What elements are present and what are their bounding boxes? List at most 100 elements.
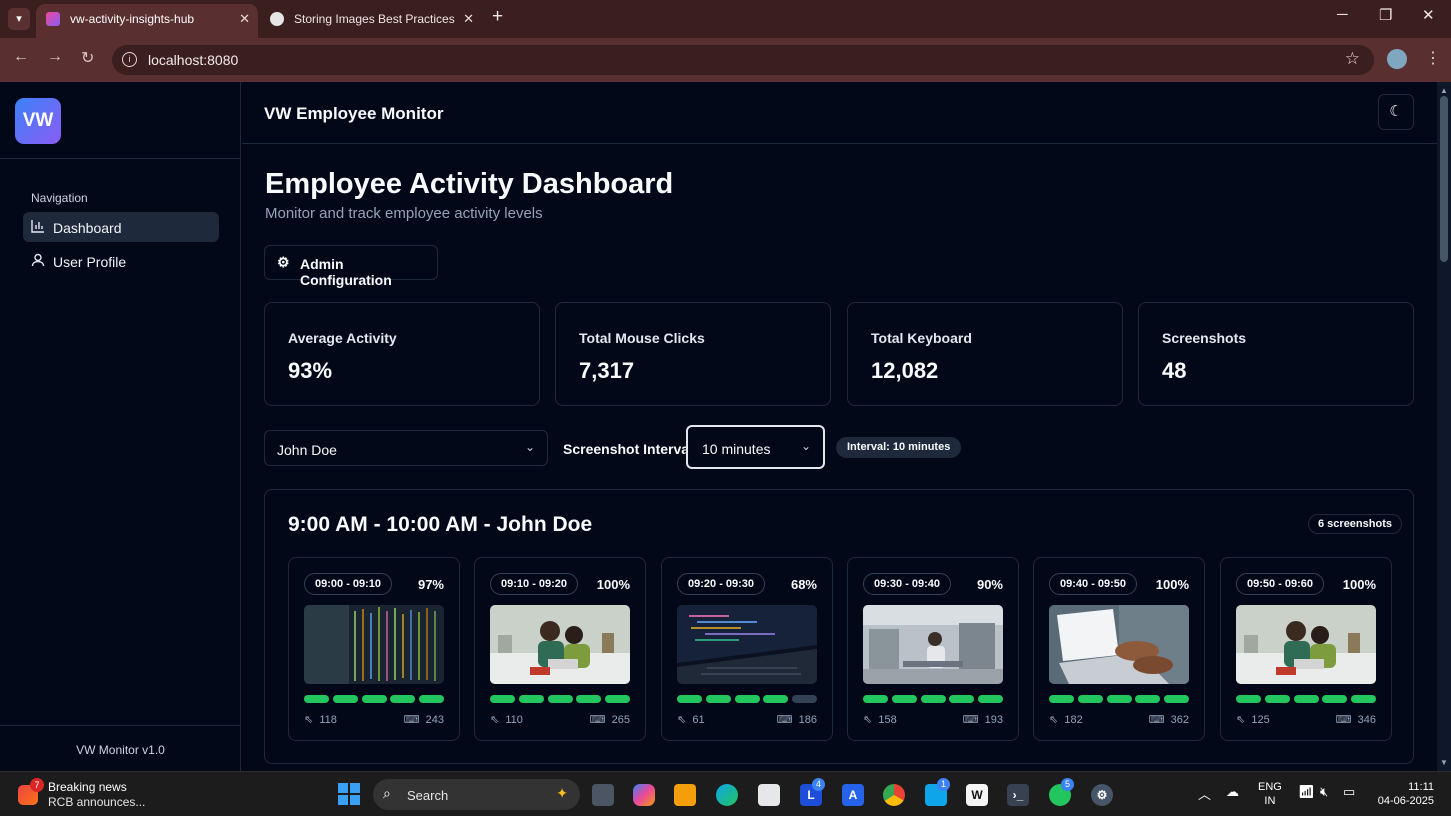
interval-select[interactable]: 10 minutes ⌄ bbox=[686, 425, 825, 469]
scroll-down-icon[interactable]: ▼ bbox=[1440, 758, 1448, 767]
interval-label: Screenshot Interval: bbox=[563, 441, 698, 457]
admin-configuration-button[interactable]: ⚙ Admin Configuration bbox=[264, 245, 438, 288]
stat-label: Total Keyboard bbox=[871, 330, 972, 346]
screenshot-card[interactable]: 09:20 - 09:30 68% ⇖ 61 ⌨ 186 bbox=[661, 557, 833, 741]
restore-icon[interactable]: ❐ bbox=[1379, 6, 1392, 24]
lang-bottom: IN bbox=[1264, 795, 1276, 807]
back-icon[interactable]: ← bbox=[13, 48, 29, 66]
window-close-icon[interactable]: ✕ bbox=[1422, 6, 1435, 24]
screenshot-thumbnail[interactable] bbox=[1236, 605, 1376, 684]
activity-segment bbox=[921, 695, 946, 703]
theme-toggle-button[interactable]: ☾ bbox=[1378, 94, 1414, 130]
settings-icon[interactable]: ⚙ bbox=[1091, 784, 1113, 806]
nav-heading: Navigation bbox=[31, 191, 88, 205]
azure-icon[interactable]: A bbox=[842, 784, 864, 806]
screenshot-card[interactable]: 09:50 - 09:60 100% ⇖ 125 ⌨ 346 bbox=[1220, 557, 1392, 741]
sidebar-item-user-profile[interactable]: User Profile bbox=[23, 246, 219, 276]
stat-card-average-activity: Average Activity 93% bbox=[264, 302, 540, 406]
browser-tab[interactable]: Storing Images Best Practices ✕ bbox=[260, 4, 482, 38]
battery-icon[interactable]: ▭ bbox=[1343, 784, 1355, 800]
copilot-icon[interactable] bbox=[633, 784, 655, 806]
scroll-up-icon[interactable]: ▲ bbox=[1440, 86, 1448, 95]
keyboard-icon: ⌨ bbox=[403, 714, 420, 726]
employee-select[interactable]: John Doe ⌄ bbox=[264, 430, 548, 466]
activity-segment bbox=[1236, 695, 1261, 703]
screenshot-card[interactable]: 09:30 - 09:40 90% ⇖ 158 ⌨ 193 bbox=[847, 557, 1019, 741]
news-subtitle[interactable]: RCB announces... bbox=[48, 795, 145, 809]
activity-segment bbox=[1078, 695, 1103, 703]
screenshot-thumbnail[interactable] bbox=[490, 605, 630, 684]
screenshot-card[interactable]: 09:10 - 09:20 100% ⇖ 110 ⌨ 265 bbox=[474, 557, 646, 741]
click-count: 158 bbox=[878, 714, 897, 726]
profile-avatar[interactable] bbox=[1387, 49, 1407, 69]
screenshot-thumbnail[interactable] bbox=[863, 605, 1003, 684]
store-icon[interactable] bbox=[758, 784, 780, 806]
language-indicator[interactable]: ENG IN bbox=[1258, 780, 1282, 808]
activity-segment bbox=[362, 695, 387, 703]
sidebar-item-dashboard[interactable]: Dashboard bbox=[23, 212, 219, 242]
site-info-icon[interactable]: i bbox=[122, 52, 137, 67]
news-title[interactable]: Breaking news bbox=[48, 780, 127, 794]
bookmark-star-icon[interactable]: ☆ bbox=[1345, 49, 1360, 69]
activity-percent: 97% bbox=[417, 577, 444, 592]
activity-segment bbox=[576, 695, 601, 703]
search-icon: ⌕ bbox=[383, 785, 391, 801]
tab-search-icon[interactable]: ▾ bbox=[8, 8, 30, 30]
keystrokes: ⌨ 362 bbox=[1149, 713, 1189, 726]
cursor-icon: ⇖ bbox=[1236, 714, 1246, 726]
close-tab-icon[interactable]: ✕ bbox=[463, 4, 474, 34]
browser-toolbar: ← → ↻ i localhost:8080 ☆ ⋮ bbox=[0, 38, 1451, 82]
keystrokes: ⌨ 346 bbox=[1336, 713, 1376, 726]
activity-segment bbox=[735, 695, 760, 703]
forward-icon[interactable]: → bbox=[47, 48, 63, 66]
reload-icon[interactable]: ↻ bbox=[81, 48, 94, 68]
activity-segment bbox=[390, 695, 415, 703]
onedrive-icon[interactable]: ☁ bbox=[1226, 784, 1239, 800]
cursor-icon: ⇖ bbox=[304, 714, 314, 726]
scrollbar[interactable]: ▲ ▼ bbox=[1437, 82, 1451, 771]
tab-title: Storing Images Best Practices bbox=[294, 12, 455, 26]
activity-segment bbox=[1107, 695, 1132, 703]
news-badge: 7 bbox=[30, 778, 44, 792]
address-bar[interactable]: i localhost:8080 ☆ bbox=[112, 45, 1374, 75]
app-title: VW Employee Monitor bbox=[264, 104, 444, 123]
whatsapp-badge: 5 bbox=[1061, 778, 1074, 791]
activity-percent: 100% bbox=[1155, 577, 1189, 592]
scroll-thumb[interactable] bbox=[1440, 96, 1448, 262]
taskbar-search[interactable]: ⌕ Search ✦ bbox=[373, 779, 580, 810]
edge-icon[interactable] bbox=[716, 784, 738, 806]
start-button[interactable] bbox=[338, 783, 360, 805]
keystrokes: ⌨ 243 bbox=[404, 713, 444, 726]
terminal-icon[interactable]: ›_ bbox=[1007, 784, 1029, 806]
button-label: Admin Configuration bbox=[300, 256, 392, 288]
menu-icon[interactable]: ⋮ bbox=[1425, 48, 1441, 68]
activity-segment bbox=[419, 695, 444, 703]
activity-segment bbox=[949, 695, 974, 703]
screenshot-card[interactable]: 09:40 - 09:50 100% ⇖ 182 ⌨ 362 bbox=[1033, 557, 1205, 741]
clock[interactable]: 11:11 04-06-2025 bbox=[1372, 780, 1434, 808]
task-view-icon[interactable] bbox=[592, 784, 614, 806]
show-hidden-icons[interactable]: ︿ bbox=[1198, 784, 1211, 803]
click-count: 182 bbox=[1064, 714, 1083, 726]
screenshot-thumbnail[interactable] bbox=[1049, 605, 1189, 684]
screenshot-card[interactable]: 09:00 - 09:10 97% ⇖ 118 ⌨ 243 bbox=[288, 557, 460, 741]
divider bbox=[0, 158, 241, 159]
wifi-icon[interactable]: 📶︎ bbox=[1298, 784, 1315, 800]
browser-tab-active[interactable]: vw-activity-insights-hub ✕ bbox=[36, 4, 258, 38]
screenshot-thumbnail[interactable] bbox=[304, 605, 444, 684]
minimize-icon[interactable]: ─ bbox=[1337, 6, 1348, 23]
screenshot-thumbnail[interactable] bbox=[677, 605, 817, 684]
activity-segment bbox=[605, 695, 630, 703]
file-explorer-icon[interactable] bbox=[674, 784, 696, 806]
new-tab-icon[interactable]: + bbox=[492, 6, 503, 28]
app-logo[interactable]: VW bbox=[15, 98, 61, 144]
activity-segment bbox=[763, 695, 788, 703]
time-range-badge: 09:20 - 09:30 bbox=[677, 573, 766, 595]
notion-icon[interactable]: W bbox=[966, 784, 988, 806]
chrome-icon[interactable] bbox=[883, 784, 905, 806]
bar-chart-icon bbox=[31, 219, 45, 236]
keystrokes: ⌨ 186 bbox=[777, 713, 817, 726]
speaker-muted-icon[interactable]: 🔇︎ bbox=[1320, 784, 1328, 800]
activity-segment bbox=[978, 695, 1003, 703]
close-tab-icon[interactable]: ✕ bbox=[239, 4, 250, 34]
